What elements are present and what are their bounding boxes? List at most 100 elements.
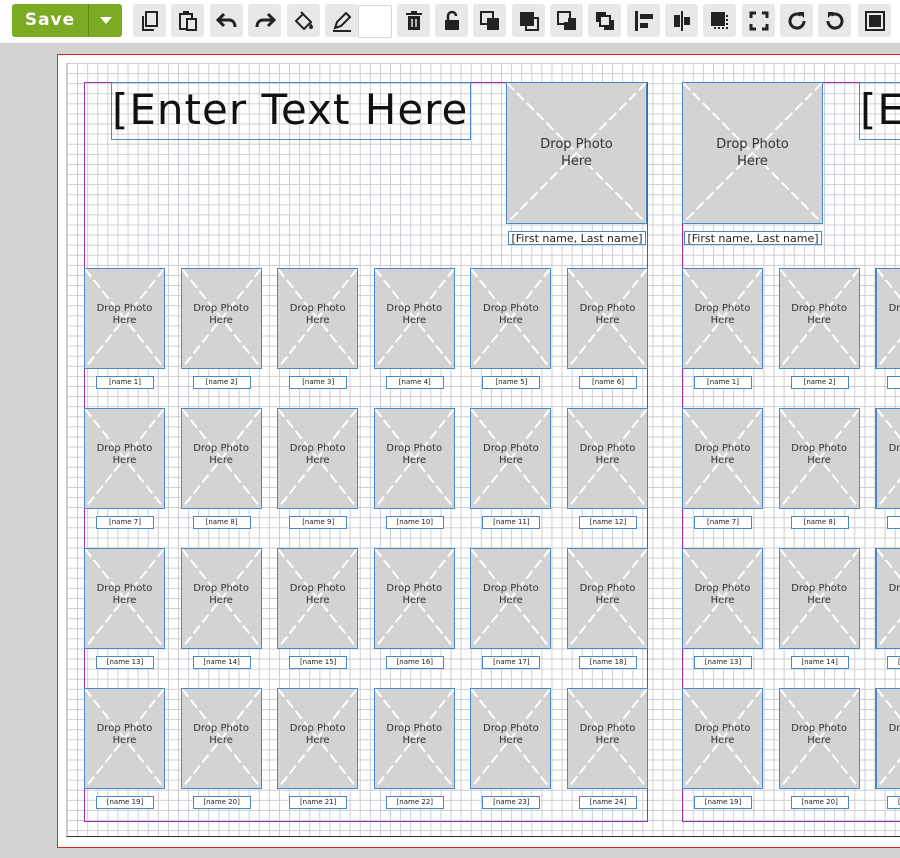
pencil-button[interactable] (325, 4, 358, 37)
portrait-photo-frame[interactable]: Drop Photo Here (567, 268, 648, 369)
name-caption[interactable]: [name 24] (579, 796, 637, 809)
name-caption[interactable]: [name 11] (482, 516, 541, 529)
name-caption[interactable]: [name 19] (96, 796, 154, 809)
copy-button[interactable] (133, 4, 166, 37)
undo-button[interactable] (210, 4, 243, 37)
name-caption[interactable]: [name 23] (482, 796, 541, 809)
portrait-photo-frame[interactable]: Drop Photo Here (778, 688, 860, 789)
portrait-photo-frame[interactable]: Drop Photo Here (84, 688, 165, 789)
send-to-back-button[interactable] (588, 4, 621, 37)
name-caption[interactable]: [name 15] (289, 656, 348, 669)
portrait-photo-frame[interactable]: Drop Photo Here (180, 548, 262, 649)
portrait-photo-frame[interactable]: Drop Photo Here (470, 548, 552, 649)
name-caption[interactable]: [name 20] (790, 796, 849, 809)
name-caption[interactable]: [name 2] (192, 376, 251, 389)
feature-caption[interactable]: [First name, Last name] (508, 231, 646, 245)
portrait-photo-frame[interactable]: Drop Photo Here (373, 688, 455, 789)
save-button[interactable]: Save (12, 4, 89, 37)
portrait-photo-frame[interactable]: Drop Photo Here (84, 268, 165, 369)
portrait-photo-frame[interactable]: Drop Photo Here (778, 268, 860, 369)
name-caption[interactable]: [name 3] (289, 376, 348, 389)
name-caption[interactable]: [name 16] (385, 656, 444, 669)
portrait-photo-frame[interactable]: Drop Photo Here (84, 548, 165, 649)
name-caption[interactable]: [name 21] (289, 796, 348, 809)
name-caption[interactable]: [name 12] (579, 516, 637, 529)
name-caption[interactable]: [name 3] (887, 376, 900, 389)
name-caption[interactable]: [name 21] (887, 796, 900, 809)
name-caption[interactable]: [name 8] (192, 516, 251, 529)
bring-to-front-button[interactable] (512, 4, 545, 37)
name-caption[interactable]: [name 6] (579, 376, 637, 389)
portrait-photo-frame[interactable]: Drop Photo Here (682, 688, 763, 789)
name-caption[interactable]: [name 15] (887, 656, 900, 669)
portrait-photo-frame[interactable]: Drop Photo Here (682, 268, 763, 369)
fill-bucket-button[interactable] (287, 4, 320, 37)
name-caption[interactable]: [name 1] (96, 376, 154, 389)
portrait-photo-frame[interactable]: Drop Photo Here (778, 408, 860, 509)
name-caption[interactable]: [name 22] (385, 796, 444, 809)
portrait-photo-frame[interactable]: Drop Photo Here (373, 408, 455, 509)
feature-photo-frame[interactable]: Drop Photo Here (506, 82, 647, 224)
name-caption[interactable]: [name 19] (694, 796, 752, 809)
portrait-photo-frame[interactable]: Drop Photo Here (277, 268, 359, 369)
send-backward-button[interactable] (550, 4, 583, 37)
portrait-photo-frame[interactable]: Drop Photo Here (876, 408, 900, 509)
name-caption[interactable]: [name 17] (482, 656, 541, 669)
portrait-photo-frame[interactable]: Drop Photo Here (470, 408, 552, 509)
portrait-photo-frame[interactable]: Drop Photo Here (567, 548, 648, 649)
name-caption[interactable]: [name 4] (385, 376, 444, 389)
portrait-photo-frame[interactable]: Drop Photo Here (373, 548, 455, 649)
portrait-photo-frame[interactable]: Drop Photo Here (876, 688, 900, 789)
align-center-button[interactable] (665, 4, 698, 37)
portrait-photo-frame[interactable]: Drop Photo Here (876, 548, 900, 649)
name-caption[interactable]: [name 14] (192, 656, 251, 669)
save-dropdown-button[interactable] (89, 4, 122, 37)
rotate-clockwise-button[interactable] (780, 4, 813, 37)
color-swatch[interactable] (358, 5, 392, 38)
portrait-photo-frame[interactable]: Drop Photo Here (180, 408, 262, 509)
name-caption[interactable]: [name 2] (790, 376, 849, 389)
portrait-photo-frame[interactable]: Drop Photo Here (180, 268, 262, 369)
portrait-photo-frame[interactable]: Drop Photo Here (373, 268, 455, 369)
design-canvas[interactable]: [Enter Text Here] Drop Photo Here [First n… (0, 44, 900, 858)
title-text-box[interactable]: [Enter Text Here] (859, 82, 900, 140)
name-caption[interactable]: [name 1] (694, 376, 752, 389)
portrait-photo-frame[interactable]: Drop Photo Here (682, 408, 763, 509)
portrait-photo-frame[interactable]: Drop Photo Here (470, 268, 552, 369)
unlock-button[interactable] (435, 4, 468, 37)
name-caption[interactable]: [name 9] (887, 516, 900, 529)
align-left-button[interactable] (627, 4, 660, 37)
name-caption[interactable]: [name 10] (385, 516, 444, 529)
portrait-photo-frame[interactable]: Drop Photo Here (277, 548, 359, 649)
name-caption[interactable]: [name 14] (790, 656, 849, 669)
title-text-box[interactable]: [Enter Text Here] (111, 82, 471, 140)
feature-caption[interactable]: [First name, Last name] (684, 231, 822, 245)
name-caption[interactable]: [name 13] (96, 656, 154, 669)
portrait-photo-frame[interactable]: Drop Photo Here (277, 688, 359, 789)
crop-button[interactable] (742, 4, 775, 37)
portrait-photo-frame[interactable]: Drop Photo Here (180, 688, 262, 789)
paste-button[interactable] (171, 4, 204, 37)
name-caption[interactable]: [name 13] (694, 656, 752, 669)
feature-photo-frame[interactable]: Drop Photo Here (682, 82, 823, 224)
portrait-photo-frame[interactable]: Drop Photo Here (567, 688, 648, 789)
name-caption[interactable]: [name 9] (289, 516, 348, 529)
trash-button[interactable] (397, 4, 430, 37)
redo-button[interactable] (248, 4, 281, 37)
name-caption[interactable]: [name 5] (482, 376, 541, 389)
portrait-photo-frame[interactable]: Drop Photo Here (567, 408, 648, 509)
portrait-photo-frame[interactable]: Drop Photo Here (84, 408, 165, 509)
portrait-photo-frame[interactable]: Drop Photo Here (277, 408, 359, 509)
shadow-button[interactable] (703, 4, 736, 37)
portrait-photo-frame[interactable]: Drop Photo Here (876, 268, 900, 369)
portrait-photo-frame[interactable]: Drop Photo Here (470, 688, 552, 789)
name-caption[interactable]: [name 7] (96, 516, 154, 529)
portrait-photo-frame[interactable]: Drop Photo Here (778, 548, 860, 649)
rotate-counterclockwise-button[interactable] (818, 4, 851, 37)
name-caption[interactable]: [name 7] (694, 516, 752, 529)
name-caption[interactable]: [name 20] (192, 796, 251, 809)
frame-button[interactable] (858, 4, 891, 37)
bring-forward-button[interactable] (473, 4, 506, 37)
name-caption[interactable]: [name 18] (579, 656, 637, 669)
portrait-photo-frame[interactable]: Drop Photo Here (682, 548, 763, 649)
